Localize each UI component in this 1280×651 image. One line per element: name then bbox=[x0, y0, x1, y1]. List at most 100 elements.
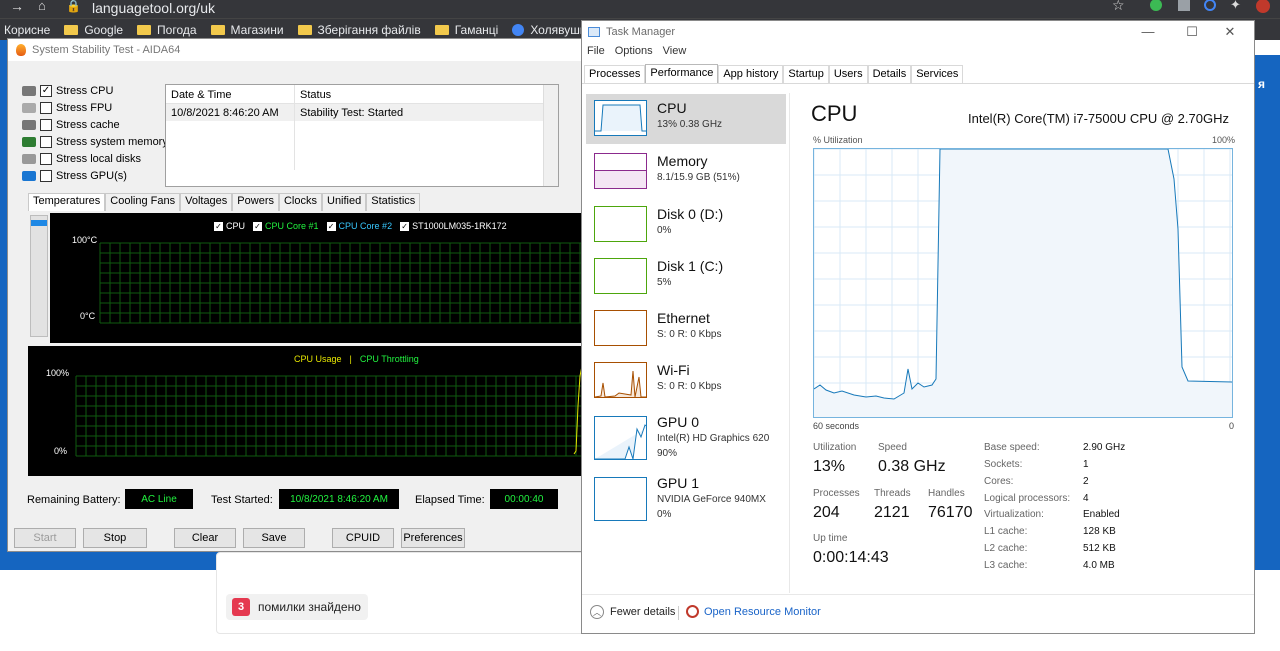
tab-powers[interactable]: Powers bbox=[232, 193, 279, 211]
fpu-icon bbox=[22, 103, 36, 113]
lock-icon[interactable]: 🔒 bbox=[66, 0, 81, 13]
tab-performance[interactable]: Performance bbox=[645, 64, 719, 83]
extensions-puzzle-icon[interactable]: ✦ bbox=[1230, 0, 1241, 13]
sidebar-item-cpu[interactable]: CPU 13% 0.38 GHz bbox=[586, 94, 786, 144]
bookmark-folder[interactable]: Зберігання файлів bbox=[297, 23, 421, 37]
tab-clocks[interactable]: Clocks bbox=[278, 193, 322, 211]
stress-gpu-row[interactable]: Stress GPU(s) bbox=[22, 168, 127, 184]
stress-memory-row[interactable]: Stress system memory bbox=[22, 134, 168, 150]
tab-unified[interactable]: Unified bbox=[322, 193, 367, 211]
bookmark-folder[interactable]: Магазини bbox=[210, 22, 284, 37]
stress-disks-checkbox[interactable] bbox=[40, 153, 52, 165]
menu-options[interactable]: Options bbox=[615, 45, 653, 57]
utilization-axis-label: % Utilization bbox=[813, 135, 863, 145]
error-count: 3 bbox=[232, 598, 250, 616]
stress-disks-row[interactable]: Stress local disks bbox=[22, 151, 141, 167]
aida64-flame-icon bbox=[16, 44, 26, 56]
legend-core1[interactable]: ✓ CPU Core #1 bbox=[253, 221, 319, 231]
bookmark-label: Магазини bbox=[230, 22, 284, 37]
tab-services[interactable]: Services bbox=[911, 65, 964, 84]
legend-checkbox[interactable]: ✓ bbox=[214, 221, 223, 231]
temperature-scroll-panel[interactable] bbox=[30, 215, 48, 337]
stress-fpu-checkbox[interactable] bbox=[40, 102, 52, 114]
fewer-details-button[interactable]: ︿ Fewer details bbox=[590, 605, 675, 619]
stress-memory-checkbox[interactable] bbox=[40, 136, 52, 148]
tab-statistics[interactable]: Statistics bbox=[366, 193, 421, 211]
tab-cooling-fans[interactable]: Cooling Fans bbox=[105, 193, 181, 211]
extension-doc-icon[interactable] bbox=[1178, 0, 1190, 11]
legend-checkbox[interactable]: ✓ bbox=[400, 221, 410, 231]
sidebar-sub: S: 0 R: 0 Kbps bbox=[657, 329, 722, 340]
forward-arrow-icon[interactable]: → bbox=[10, 0, 24, 14]
stress-gpu-checkbox[interactable] bbox=[40, 170, 52, 182]
stress-cpu-row[interactable]: ✓ Stress CPU bbox=[22, 83, 113, 99]
sidebar-item-gpu1[interactable]: GPU 1 NVIDIA GeForce 940MX 0% bbox=[586, 469, 786, 529]
stress-fpu-row[interactable]: Stress FPU bbox=[22, 100, 112, 116]
stress-memory-label: Stress system memory bbox=[56, 136, 168, 148]
tab-processes[interactable]: Processes bbox=[584, 65, 646, 84]
chevron-up-icon: ︿ bbox=[590, 605, 604, 619]
sidebar-item-gpu0[interactable]: GPU 0 Intel(R) HD Graphics 620 90% bbox=[586, 408, 786, 468]
uptime-value: 0:00:14:43 bbox=[813, 549, 889, 566]
bookmark-item[interactable]: Корисне bbox=[4, 23, 50, 37]
preferences-button[interactable]: Preferences bbox=[401, 528, 465, 548]
stress-cache-checkbox[interactable] bbox=[40, 119, 52, 131]
stop-button[interactable]: Stop bbox=[83, 528, 147, 548]
maximize-icon[interactable]: ☐ bbox=[1182, 24, 1202, 40]
status-log-table[interactable]: Date & Time Status 10/8/2021 8:46:20 AM … bbox=[165, 84, 559, 187]
minimize-icon[interactable]: — bbox=[1138, 24, 1158, 39]
extension-sync-icon[interactable] bbox=[1204, 0, 1216, 11]
bookmark-folder[interactable]: Google bbox=[64, 23, 123, 37]
sidebar-sub: 13% 0.38 GHz bbox=[657, 119, 723, 130]
stress-cache-row[interactable]: Stress cache bbox=[22, 117, 120, 133]
extension-shield-icon[interactable] bbox=[1150, 0, 1162, 11]
tab-voltages[interactable]: Voltages bbox=[180, 193, 233, 211]
menu-view[interactable]: View bbox=[663, 45, 687, 57]
col-header-status[interactable]: Status bbox=[300, 89, 331, 101]
tab-users[interactable]: Users bbox=[828, 65, 868, 84]
legend-core2[interactable]: ✓ CPU Core #2 bbox=[326, 221, 392, 231]
address-bar[interactable]: languagetool.org/uk bbox=[92, 0, 215, 16]
elapsed-time-value: 00:00:40 bbox=[490, 489, 558, 509]
open-resource-monitor-link[interactable]: Open Resource Monitor bbox=[686, 605, 821, 618]
log-scrollbar[interactable] bbox=[543, 85, 558, 186]
base-speed-value: 2.90 GHz bbox=[1083, 442, 1126, 453]
bookmark-folder[interactable]: Гаманці bbox=[434, 23, 498, 37]
legend-checkbox[interactable]: ✓ bbox=[253, 221, 263, 231]
clear-button[interactable]: Clear bbox=[174, 528, 236, 548]
start-button[interactable]: Start bbox=[14, 528, 76, 548]
home-icon[interactable]: ⌂ bbox=[38, 0, 46, 13]
profile-avatar[interactable] bbox=[1256, 0, 1270, 13]
sidebar-item-disk1[interactable]: Disk 1 (C:) 5% bbox=[586, 252, 786, 302]
legend-cpu[interactable]: ✓ CPU bbox=[214, 221, 245, 231]
stress-cpu-label: Stress CPU bbox=[56, 85, 114, 97]
footer-separator bbox=[678, 606, 679, 620]
legend-disk[interactable]: ✓ ST1000LM035-1RK172 bbox=[400, 221, 507, 231]
close-icon[interactable]: ✕ bbox=[1220, 24, 1240, 40]
sidebar-item-wifi[interactable]: Wi-Fi S: 0 R: 0 Kbps bbox=[586, 356, 786, 406]
sidebar-item-disk0[interactable]: Disk 0 (D:) 0% bbox=[586, 200, 786, 250]
test-started-value: 10/8/2021 8:46:20 AM bbox=[279, 489, 399, 509]
cpu-thumb-graph bbox=[595, 104, 646, 132]
column-divider bbox=[294, 85, 295, 170]
col-header-datetime[interactable]: Date & Time bbox=[171, 89, 232, 101]
sidebar-item-memory[interactable]: Memory 8.1/15.9 GB (51%) bbox=[586, 147, 786, 197]
sidebar-item-ethernet[interactable]: Ethernet S: 0 R: 0 Kbps bbox=[586, 304, 786, 354]
sidebar-name: Memory bbox=[657, 153, 708, 169]
save-button[interactable]: Save bbox=[243, 528, 305, 548]
stress-cpu-checkbox[interactable]: ✓ bbox=[40, 85, 52, 97]
bookmark-star-icon[interactable]: ☆ bbox=[1112, 0, 1125, 14]
cpuid-button[interactable]: CPUID bbox=[332, 528, 394, 548]
tab-app-history[interactable]: App history bbox=[718, 65, 784, 84]
window-titlebar[interactable]: System Stability Test - AIDA64 bbox=[8, 39, 582, 61]
temperature-scroll-thumb[interactable] bbox=[31, 220, 47, 226]
tab-startup[interactable]: Startup bbox=[783, 65, 829, 84]
utilization-label: Utilization bbox=[813, 442, 857, 453]
tab-details[interactable]: Details bbox=[867, 65, 912, 84]
tab-temperatures[interactable]: Temperatures bbox=[28, 193, 106, 211]
sidebar-sub: NVIDIA GeForce 940MX bbox=[657, 494, 766, 505]
error-count-badge[interactable]: 3 помилки знайдено bbox=[226, 594, 368, 620]
menu-file[interactable]: File bbox=[587, 45, 605, 57]
bookmark-folder[interactable]: Погода bbox=[137, 23, 197, 37]
legend-checkbox[interactable]: ✓ bbox=[326, 221, 336, 231]
